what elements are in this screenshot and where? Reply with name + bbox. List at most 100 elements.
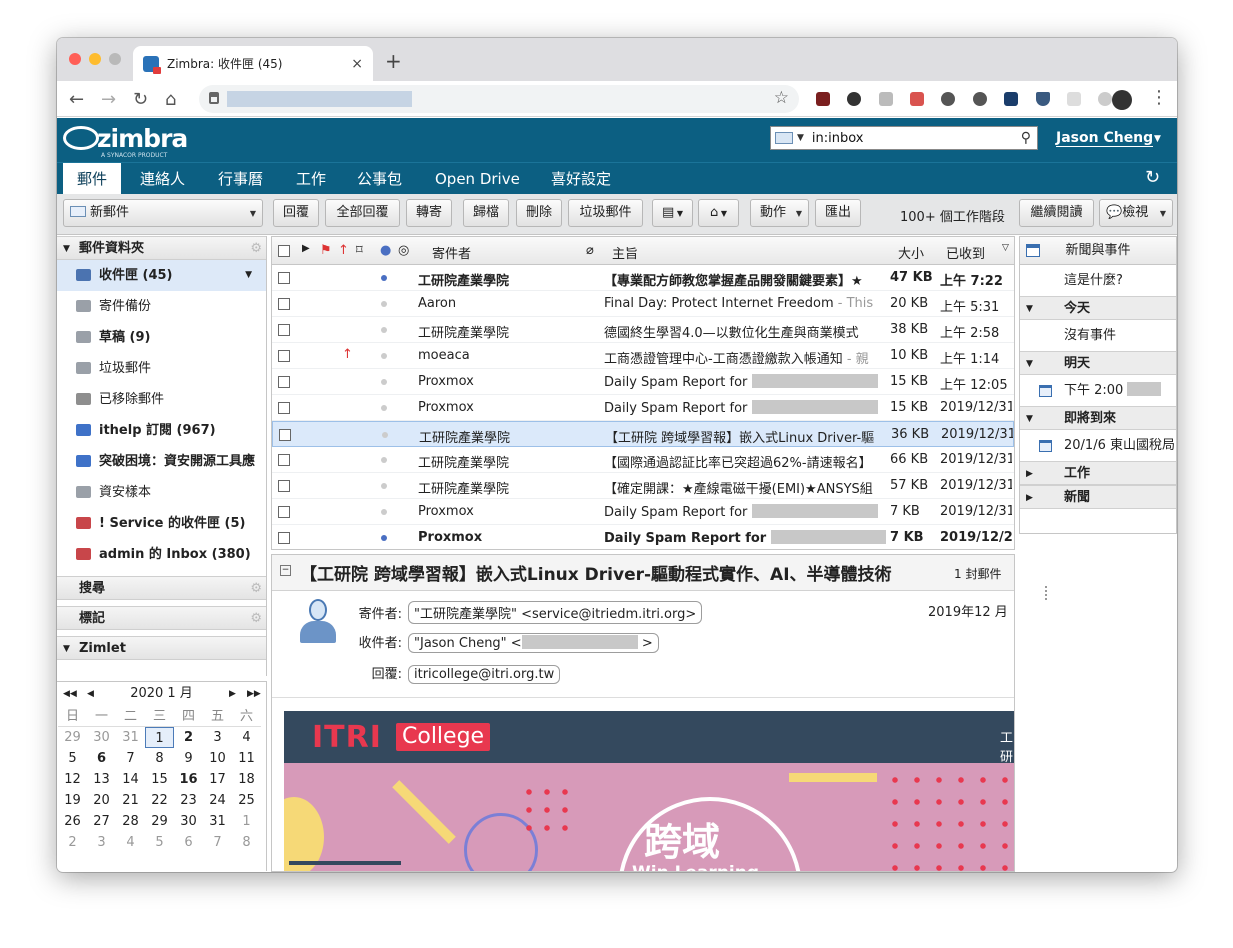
reply-button[interactable]: 回覆 xyxy=(273,199,319,227)
ublock-extension-icon[interactable] xyxy=(816,92,830,106)
forward-button[interactable]: → xyxy=(101,89,116,110)
calendar-day[interactable]: 31 xyxy=(203,811,232,832)
check-extension-icon[interactable] xyxy=(879,92,893,106)
folder-item[interactable]: 突破困境：資安開源工具應 xyxy=(57,446,266,477)
calendar-day[interactable]: 8 xyxy=(232,832,261,853)
folder-item[interactable]: admin 的 Inbox (380) xyxy=(57,539,266,570)
flag-column-icon[interactable]: ⚑ xyxy=(320,243,332,258)
calendar-day[interactable]: 29 xyxy=(145,811,174,832)
read-status-icon[interactable] xyxy=(381,353,387,359)
search-section-header[interactable]: 搜尋 ⚙ xyxy=(57,576,266,600)
calendar-day[interactable]: 2 xyxy=(174,727,203,748)
calendar-day[interactable]: 1 xyxy=(232,811,261,832)
row-checkbox[interactable] xyxy=(278,402,290,414)
message-row[interactable]: Proxmox Daily Spam Report for 7 KB 2019/12… xyxy=(272,499,1014,525)
col-subject[interactable]: 主旨 xyxy=(612,243,638,262)
tab-open-drive[interactable]: Open Drive xyxy=(421,163,534,195)
search-input[interactable]: in:inbox xyxy=(812,131,1021,146)
export-button[interactable]: 匯出 xyxy=(815,199,861,227)
tab-calendar[interactable]: 行事曆 xyxy=(204,163,277,195)
shield-extension-icon[interactable] xyxy=(1036,92,1050,106)
folder-item[interactable]: 資安樣本 xyxy=(57,477,266,508)
calendar-day[interactable]: 6 xyxy=(174,832,203,853)
calendar-day[interactable]: 7 xyxy=(203,832,232,853)
collapse-arrow-icon[interactable]: ▼ xyxy=(63,637,70,661)
mail-search-type-icon[interactable] xyxy=(775,132,793,144)
row-checkbox[interactable] xyxy=(278,298,290,310)
message-row[interactable]: 工研院產業學院 【國際通過認証比率已突超過62%-請速報名】 66 KB 2019/1… xyxy=(272,447,1014,473)
expand-arrow-icon[interactable]: ▶ xyxy=(1026,462,1033,486)
folder-menu-chevron-icon[interactable]: ▼ xyxy=(245,260,252,291)
collapse-arrow-icon[interactable]: ▼ xyxy=(63,237,70,261)
message-row[interactable]: 工研院產業學院 德國終生學習4.0—以數位化生產與商業模式 38 KB 上午 2:58 xyxy=(272,317,1014,343)
calendar-day[interactable]: 7 xyxy=(116,748,145,769)
next-year-icon[interactable]: ▶▶ xyxy=(247,682,261,706)
back-button[interactable]: ← xyxy=(69,89,84,110)
collapse-arrow-icon[interactable]: ▼ xyxy=(1026,352,1033,376)
row-checkbox[interactable] xyxy=(278,532,290,544)
tasks-section[interactable]: ▶ 工作 xyxy=(1020,461,1176,485)
upcoming-event[interactable]: 20/1/6 東山國稅局 xyxy=(1020,430,1176,461)
collapse-arrow-icon[interactable]: ▼ xyxy=(1026,297,1033,321)
to-address[interactable]: "Jason Cheng" < > xyxy=(408,633,659,653)
continue-reading-button[interactable]: 繼續閱讀 xyxy=(1019,199,1094,227)
mail-folders-header[interactable]: ▼ 郵件資料夾 ⚙ xyxy=(57,236,266,260)
today-section[interactable]: ▼ 今天 xyxy=(1020,296,1176,320)
folder-item[interactable]: ithelp 訂閱 (967) xyxy=(57,415,266,446)
calendar-day[interactable]: 5 xyxy=(145,832,174,853)
next-month-icon[interactable]: ▶ xyxy=(229,682,236,706)
search-box[interactable]: ▼ in:inbox ⚲ xyxy=(770,126,1038,150)
calendar-day[interactable]: 13 xyxy=(87,769,116,790)
tags-section-header[interactable]: 標記 ⚙ xyxy=(57,606,266,630)
view-menu-button[interactable]: 💬檢視 ▼ xyxy=(1099,199,1173,227)
sync-extension-icon[interactable] xyxy=(941,92,955,106)
message-row[interactable]: 工研院產業學院 【工研院 跨域學習報】嵌入式Linux Driver-驅 36 KB… xyxy=(272,421,1014,447)
chevron-down-icon[interactable]: ▼ xyxy=(250,201,256,227)
refresh-icon[interactable]: ↻ xyxy=(1145,167,1160,188)
row-checkbox[interactable] xyxy=(278,324,290,336)
calendar-day[interactable]: 31 xyxy=(116,727,145,748)
close-window-button[interactable] xyxy=(69,53,81,65)
tab-preferences[interactable]: 喜好設定 xyxy=(537,163,625,195)
row-checkbox[interactable] xyxy=(278,506,290,518)
read-status-icon[interactable] xyxy=(381,301,387,307)
reply-all-button[interactable]: 全部回覆 xyxy=(325,199,400,227)
calendar-day[interactable]: 30 xyxy=(174,811,203,832)
minimize-window-button[interactable] xyxy=(89,53,101,65)
calendar-day[interactable]: 27 xyxy=(87,811,116,832)
extension-icon[interactable] xyxy=(1098,92,1112,106)
reply-to-address[interactable]: itricollege@itri.org.tw xyxy=(408,665,561,684)
calendar-day[interactable]: 23 xyxy=(174,790,203,811)
read-status-icon[interactable] xyxy=(381,509,387,515)
calendar-day[interactable]: 25 xyxy=(232,790,261,811)
calendar-day[interactable]: 5 xyxy=(58,748,87,769)
select-all-checkbox[interactable] xyxy=(278,245,290,257)
from-address[interactable]: "工研院產業學院" <service@itriedm.itri.org> xyxy=(408,601,703,624)
expand-icon[interactable]: ▶ xyxy=(302,243,310,254)
news-section[interactable]: ▶ 新聞 xyxy=(1020,485,1176,509)
archive-button[interactable]: 歸檔 xyxy=(463,199,509,227)
col-from[interactable]: 寄件者 xyxy=(432,243,471,262)
read-status-icon[interactable] xyxy=(381,379,387,385)
folder-item[interactable]: 收件匣 (45) ▼ xyxy=(57,260,266,291)
calendar-day[interactable]: 16 xyxy=(174,769,203,790)
gear-icon[interactable]: ⚙ xyxy=(250,577,262,601)
calendar-day[interactable]: 17 xyxy=(203,769,232,790)
calendar-day[interactable]: 28 xyxy=(116,811,145,832)
prev-year-icon[interactable]: ◀◀ xyxy=(63,682,77,706)
reload-button[interactable]: ↻ xyxy=(133,89,148,110)
tab-contacts[interactable]: 連絡人 xyxy=(126,163,199,195)
delete-button[interactable]: 刪除 xyxy=(516,199,562,227)
account-column-icon[interactable]: ◎ xyxy=(398,243,409,258)
calendar-day[interactable]: 19 xyxy=(58,790,87,811)
calendar-day[interactable]: 14 xyxy=(116,769,145,790)
folder-item[interactable]: 垃圾郵件 xyxy=(57,353,266,384)
what-is-this-link[interactable]: 這是什麼? xyxy=(1020,265,1176,296)
zoom-window-button[interactable] xyxy=(109,53,121,65)
prev-month-icon[interactable]: ◀ xyxy=(87,682,94,706)
col-date[interactable]: 已收到 xyxy=(946,243,985,262)
calendar-day[interactable]: 30 xyxy=(87,727,116,748)
message-row[interactable]: 工研院產業學院 【專業配方師教您掌握產品開發關鍵要素】★ 47 KB 上午 7:22 xyxy=(272,265,1014,291)
expand-arrow-icon[interactable]: ▶ xyxy=(1026,486,1033,510)
folder-item[interactable]: 寄件備份 xyxy=(57,291,266,322)
